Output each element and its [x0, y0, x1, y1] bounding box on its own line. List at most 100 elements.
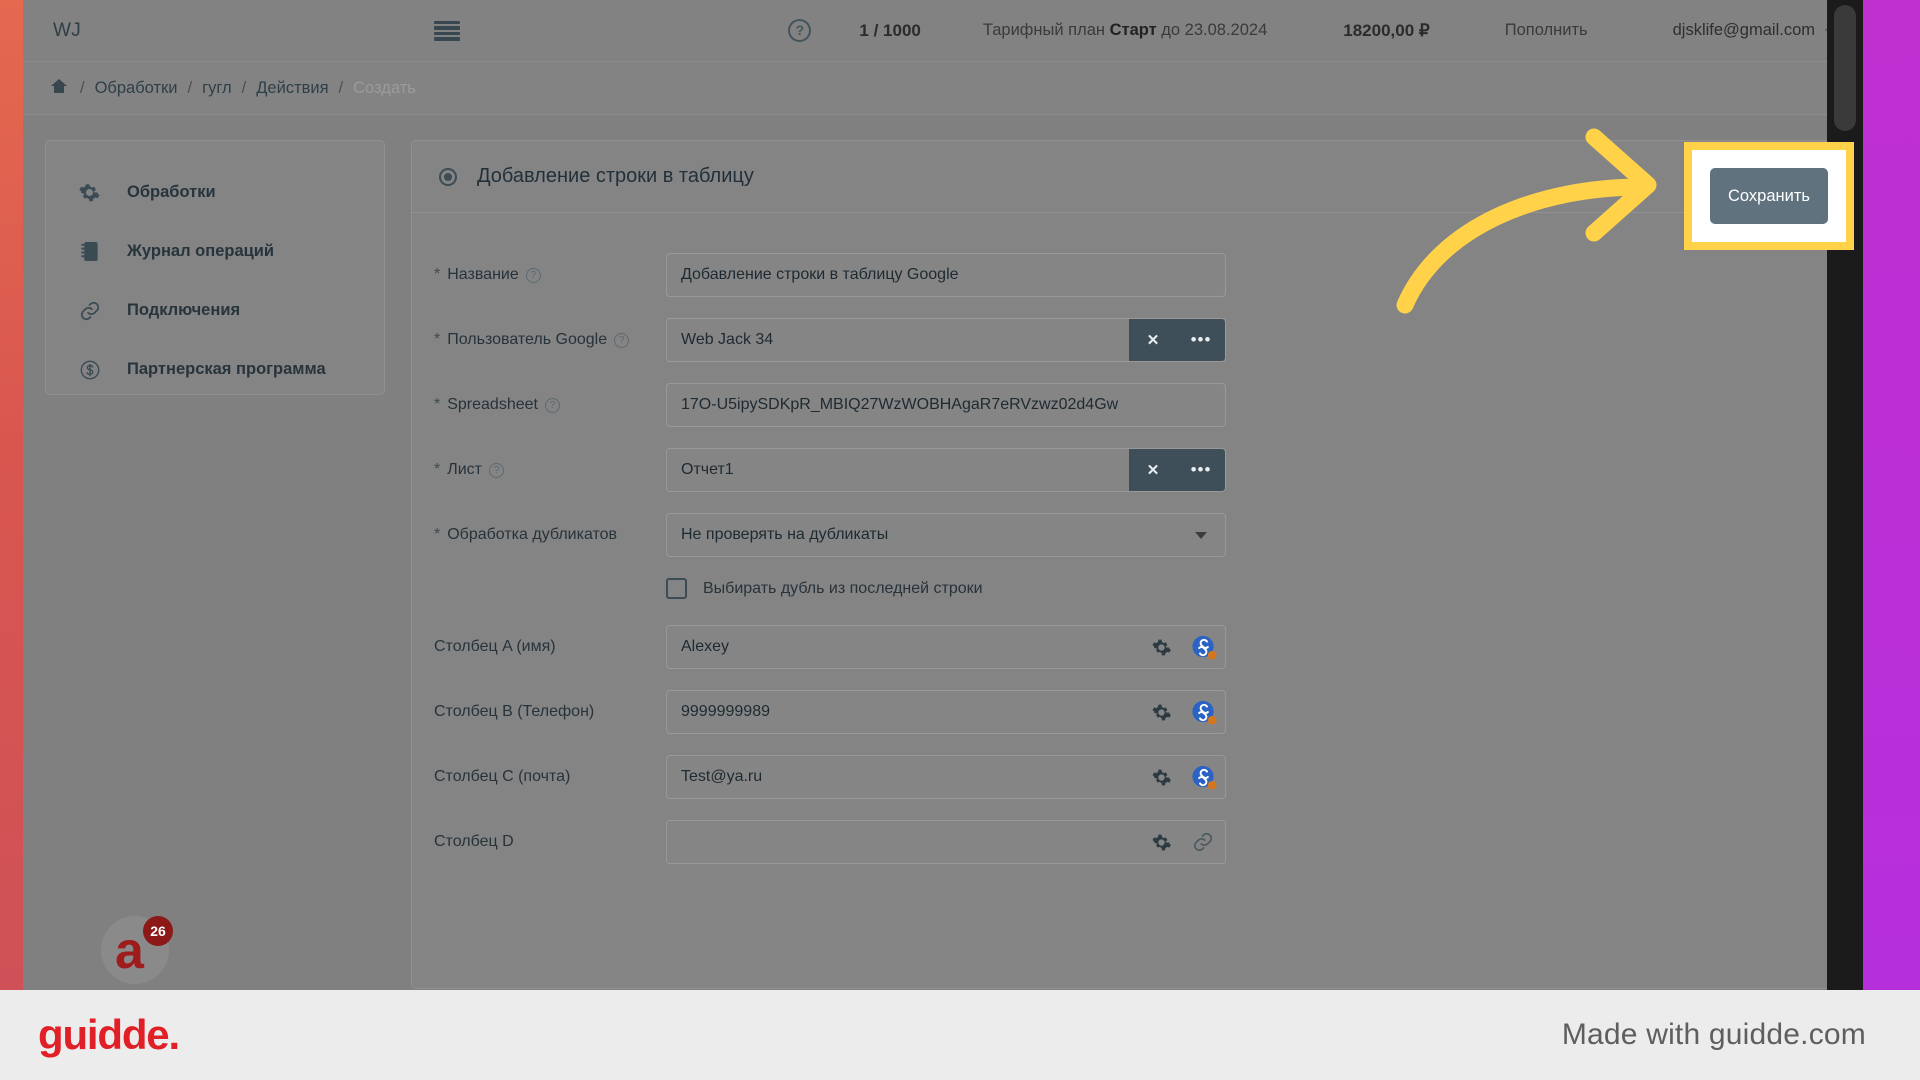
plan-suffix: до 23.08.2024 — [1156, 21, 1268, 39]
breadcrumb-item-2[interactable]: Действия — [256, 79, 328, 98]
field-value: Web Jack 34 — [681, 331, 774, 348]
form-row-column-a: Столбец A (имя) Alexey — [412, 625, 1835, 669]
guidde-footer: guidde. Made with guidde.com — [0, 990, 1920, 1080]
notebook-icon — [78, 241, 101, 262]
help-icon[interactable]: ? — [788, 19, 812, 42]
guidde-logo: guidde. — [38, 1011, 180, 1058]
more-options-icon[interactable]: ••• — [1177, 449, 1225, 491]
linked-avatar-icon[interactable] — [1181, 634, 1225, 661]
form-row-google-user: * Пользователь Google ? Web Jack 34 ✕ ••… — [412, 318, 1835, 362]
label-text: Обработка дубликатов — [447, 526, 618, 543]
label-text: Пользователь Google — [447, 331, 608, 348]
application-window: WJ ? 1 / 1000 Тарифный план Старт до 23.… — [23, 0, 1863, 990]
sidebar-item-label: Партнерская программа — [127, 360, 326, 378]
gear-icon[interactable] — [1141, 637, 1181, 658]
label-text: Название — [447, 266, 519, 283]
gear-icon[interactable] — [1141, 767, 1181, 788]
page-title: Добавление строки в таблицу — [477, 165, 754, 187]
scrollbar-thumb[interactable] — [1834, 5, 1856, 131]
form-row-duplicates: * Обработка дубликатов Не проверять на д… — [412, 513, 1835, 557]
duplicate-last-row-checkbox[interactable] — [666, 578, 687, 599]
duplicate-last-row-checkbox-row: Выбирать дубль из последней строки — [412, 578, 1835, 599]
field-label: * Обработка дубликатов — [434, 526, 666, 544]
avatar-badge: a 26 — [101, 916, 175, 990]
field-value: Test@ya.ru — [681, 768, 763, 785]
linked-avatar-icon[interactable] — [1181, 699, 1225, 726]
gear-icon[interactable] — [1141, 832, 1181, 853]
save-button-highlight: Сохранить — [1684, 142, 1854, 250]
action-form: * Название ? Добавление строки в таблицу… — [412, 213, 1835, 864]
field-label: * Лист ? — [434, 461, 666, 479]
column-c-input[interactable]: Test@ya.ru — [666, 755, 1226, 799]
name-input[interactable]: Добавление строки в таблицу Google — [666, 253, 1226, 297]
field-value: 17O-U5ipySDKpR_MBIQ27WzWOBHAgaR7eRVzwz02… — [681, 396, 1119, 413]
field-label: Столбец A (имя) — [434, 638, 666, 656]
help-icon[interactable]: ? — [614, 332, 630, 348]
required-asterisk: * — [434, 331, 441, 348]
screenshot-frame: WJ ? 1 / 1000 Тарифный план Старт до 23.… — [0, 0, 1920, 1080]
sidebar-item-processing[interactable]: Обработки — [46, 163, 384, 222]
column-d-input[interactable] — [666, 820, 1226, 864]
label-text: Spreadsheet — [447, 396, 538, 413]
account-menu[interactable]: djsklife@gmail.com — [1673, 21, 1837, 40]
field-label: Столбец B (Телефон) — [434, 703, 666, 721]
right-edge-strip — [1863, 0, 1920, 990]
label-text: Столбец C (почта) — [434, 768, 571, 785]
column-b-input[interactable]: 9999999989 — [666, 690, 1226, 734]
sidebar-item-connections[interactable]: Подключения — [46, 281, 384, 340]
form-row-column-c: Столбец C (почта) Test@ya.ru — [412, 755, 1835, 799]
breadcrumb-item-3: Создать — [353, 78, 416, 97]
duplicates-select[interactable]: Не проверять на дубликаты — [666, 513, 1226, 557]
save-button[interactable]: Сохранить — [1710, 168, 1828, 224]
sidebar-item-operations-log[interactable]: Журнал операций — [46, 222, 384, 281]
label-text: Столбец D — [434, 833, 514, 850]
field-value: Добавление строки в таблицу Google — [681, 266, 959, 283]
field-label: * Пользователь Google ? — [434, 331, 666, 349]
sidebar-item-label: Журнал операций — [127, 242, 275, 260]
balance-amount: 18200,00 ₽ — [1343, 20, 1430, 40]
radio-selected-icon — [439, 167, 457, 186]
clear-icon[interactable]: ✕ — [1129, 319, 1177, 361]
breadcrumb-item-1[interactable]: гугл — [202, 79, 232, 98]
linked-avatar-icon[interactable] — [1181, 764, 1225, 791]
breadcrumb: / Обработки / гугл / Действия / Создать — [23, 62, 1863, 115]
plan-name: Старт — [1109, 21, 1157, 39]
left-edge-strip — [0, 0, 23, 990]
dollar-circle-icon — [78, 359, 101, 381]
google-user-input[interactable]: Web Jack 34 ✕ ••• — [666, 318, 1226, 362]
more-options-icon[interactable]: ••• — [1177, 319, 1225, 361]
column-a-input[interactable]: Alexey — [666, 625, 1226, 669]
field-value: Не проверять на дубликаты — [681, 526, 889, 543]
brand-logo[interactable]: WJ — [53, 20, 81, 42]
label-text: Столбец B (Телефон) — [434, 703, 595, 720]
breadcrumb-item-0[interactable]: Обработки — [95, 79, 178, 98]
required-asterisk: * — [434, 266, 441, 283]
page-content: Обработки Журнал операций Подключения Па… — [23, 115, 1863, 989]
avatar-letter: a — [115, 922, 144, 980]
sidebar-item-partner-program[interactable]: Партнерская программа — [46, 340, 384, 399]
topup-link[interactable]: Пополнить — [1505, 21, 1588, 40]
form-row-column-d: Столбец D — [412, 820, 1835, 864]
gear-icon[interactable] — [1141, 702, 1181, 723]
notification-count-badge: 26 — [143, 916, 173, 946]
top-bar: WJ ? 1 / 1000 Тарифный план Старт до 23.… — [23, 0, 1863, 62]
form-row-name: * Название ? Добавление строки в таблицу… — [412, 253, 1835, 297]
home-icon[interactable] — [50, 78, 68, 99]
hamburger-icon[interactable] — [434, 20, 461, 41]
help-icon[interactable]: ? — [544, 397, 560, 413]
field-label: * Название ? — [434, 266, 666, 284]
spreadsheet-input[interactable]: 17O-U5ipySDKpR_MBIQ27WzWOBHAgaR7eRVzwz02… — [666, 383, 1226, 427]
clear-icon[interactable]: ✕ — [1129, 449, 1177, 491]
link-icon[interactable] — [1181, 831, 1225, 853]
guidde-made-with: Made with guidde.com — [1561, 1018, 1866, 1051]
field-value: Alexey — [681, 638, 730, 655]
breadcrumb-separator: / — [80, 78, 85, 97]
help-icon[interactable]: ? — [489, 462, 504, 478]
sheet-input[interactable]: Отчет1 ✕ ••• — [666, 448, 1226, 492]
sidebar: Обработки Журнал операций Подключения Па… — [45, 140, 385, 395]
help-icon[interactable]: ? — [525, 267, 541, 283]
breadcrumb-separator: / — [338, 78, 344, 97]
chevron-down-icon — [1195, 531, 1207, 539]
form-row-sheet: * Лист ? Отчет1 ✕ ••• — [412, 448, 1835, 492]
plan-info: Тарифный план Старт до 23.08.2024 — [983, 21, 1267, 40]
